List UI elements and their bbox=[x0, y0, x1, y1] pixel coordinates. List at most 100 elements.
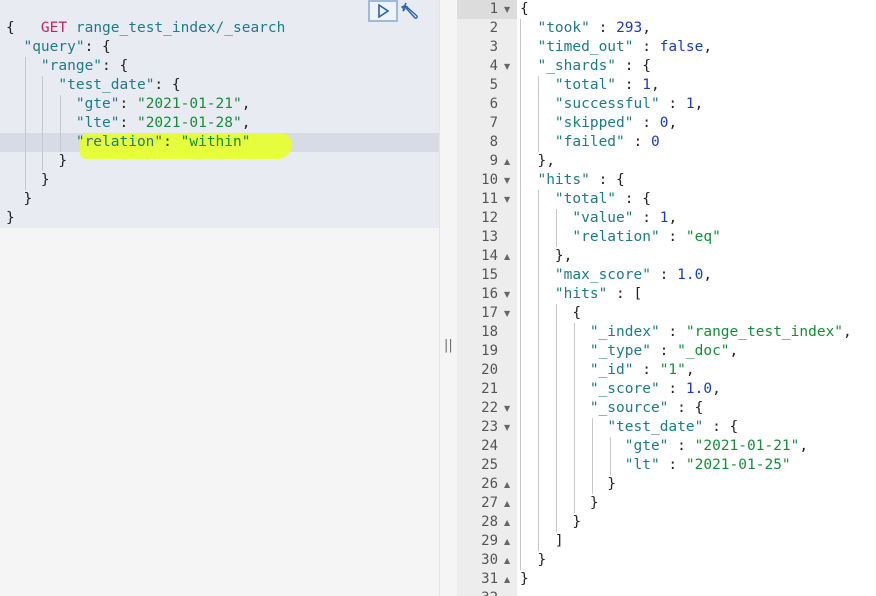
indent-guide bbox=[25, 57, 26, 190]
fold-collapse-icon[interactable]: ▼ bbox=[504, 171, 510, 190]
fold-collapse-icon[interactable]: ▼ bbox=[504, 0, 510, 19]
response-line: "value" : 1, bbox=[572, 210, 678, 226]
response-line: } bbox=[520, 476, 617, 492]
response-line: }, bbox=[520, 153, 555, 169]
line-number: 24 bbox=[481, 438, 498, 454]
line-number: 16 bbox=[481, 286, 498, 302]
fold-collapse-icon[interactable]: ▼ bbox=[504, 304, 510, 323]
request-body-line[interactable]: } bbox=[6, 171, 50, 190]
request-path: range_test_index/_search bbox=[75, 20, 286, 36]
line-number: 12 bbox=[481, 210, 498, 226]
indent-guide bbox=[610, 437, 611, 475]
line-number: 30 bbox=[481, 552, 498, 568]
response-line: "_score" : 1.0, bbox=[589, 381, 721, 397]
response-line: "max_score" : 1.0, bbox=[554, 267, 713, 283]
line-number: 9 bbox=[489, 153, 498, 169]
line-number: 14 bbox=[481, 248, 498, 264]
response-line: { bbox=[520, 305, 582, 321]
request-line[interactable]: GET range_test_index/_search bbox=[6, 0, 285, 36]
fold-end-icon[interactable]: ▲ bbox=[504, 475, 510, 494]
response-line: "_id" : "1", bbox=[589, 362, 695, 378]
line-number: 23 bbox=[481, 419, 498, 435]
fold-collapse-icon[interactable]: ▼ bbox=[504, 399, 510, 418]
indent-guide bbox=[538, 76, 539, 152]
response-line: "total" : { bbox=[554, 191, 651, 207]
line-number: 22 bbox=[481, 400, 498, 416]
line-number: 19 bbox=[481, 343, 498, 359]
play-icon bbox=[378, 4, 390, 18]
fold-end-icon[interactable]: ▲ bbox=[504, 532, 510, 551]
indent-guide bbox=[556, 209, 557, 247]
line-number: 5 bbox=[489, 77, 498, 93]
response-line: } bbox=[520, 552, 547, 568]
line-number: 13 bbox=[481, 229, 498, 245]
line-number: 15 bbox=[481, 267, 498, 283]
indent-guide bbox=[520, 19, 521, 570]
line-number: 29 bbox=[481, 533, 498, 549]
wrench-icon bbox=[401, 2, 418, 19]
fold-end-icon[interactable]: ▲ bbox=[504, 570, 510, 589]
indent-guide bbox=[574, 323, 575, 513]
line-number: 10 bbox=[481, 172, 498, 188]
fold-end-icon[interactable]: ▲ bbox=[504, 247, 510, 266]
line-number: 2 bbox=[489, 20, 498, 36]
fold-end-icon[interactable]: ▲ bbox=[504, 513, 510, 532]
line-number: 28 bbox=[481, 514, 498, 530]
line-number: 20 bbox=[481, 362, 498, 378]
indent-guide bbox=[60, 95, 61, 152]
line-number: 7 bbox=[489, 115, 498, 131]
line-number: 1 bbox=[489, 1, 498, 17]
request-body-line[interactable]: } bbox=[6, 152, 67, 171]
response-line: } bbox=[520, 514, 582, 530]
request-body-line[interactable]: } bbox=[6, 209, 15, 228]
response-line: "timed_out" : false, bbox=[537, 39, 713, 55]
line-number: 8 bbox=[489, 134, 498, 150]
response-line: "_type" : "_doc", bbox=[589, 343, 739, 359]
request-body-line[interactable]: "query": { bbox=[6, 38, 110, 57]
response-line: "relation" : "eq" bbox=[572, 229, 721, 245]
fold-collapse-icon[interactable]: ▼ bbox=[504, 190, 510, 209]
response-line: "successful" : 1, bbox=[554, 96, 704, 112]
line-number: 6 bbox=[489, 96, 498, 112]
response-line: ] bbox=[520, 533, 564, 549]
response-viewer[interactable]: { "took" : 293, "timed_out" : false, "_s… bbox=[517, 0, 876, 596]
response-gutter: 1 ▼ 2 3 4 ▼ 5 6 7 8 9 ▲ 10 ▼ 11 ▼ 12 13 14 ▲ 15 16 ▼ 17 ▼ 18 19 20 2… bbox=[457, 0, 517, 596]
response-line: "_index" : "range_test_index", bbox=[589, 324, 852, 340]
indent-guide bbox=[556, 304, 557, 532]
line-number: 32 bbox=[481, 589, 498, 596]
response-line: } bbox=[520, 495, 599, 511]
request-body-line[interactable]: "test_date": { bbox=[6, 76, 180, 95]
settings-button[interactable] bbox=[400, 0, 422, 22]
line-number: 21 bbox=[481, 381, 498, 397]
request-editor[interactable]: GET range_test_index/_search { "query": … bbox=[0, 0, 439, 596]
line-number: 25 bbox=[481, 457, 498, 473]
line-number: 27 bbox=[481, 495, 498, 511]
pane-splitter[interactable]: || bbox=[439, 0, 457, 596]
indent-guide bbox=[42, 76, 43, 171]
fold-collapse-icon[interactable]: ▼ bbox=[504, 285, 510, 304]
response-line: "hits" : { bbox=[537, 172, 625, 188]
request-body-line[interactable]: } bbox=[6, 190, 32, 209]
line-number: 4 bbox=[489, 58, 498, 74]
line-number: 31 bbox=[481, 571, 498, 587]
response-line: }, bbox=[520, 248, 573, 264]
fold-end-icon[interactable]: ▲ bbox=[504, 551, 510, 570]
line-number: 11 bbox=[481, 191, 498, 207]
run-request-button[interactable] bbox=[368, 0, 398, 22]
response-line: "_source" : { bbox=[589, 400, 704, 416]
splitter-grip[interactable]: || bbox=[444, 338, 453, 353]
response-line: "test_date" : { bbox=[607, 419, 739, 435]
fold-collapse-icon[interactable]: ▼ bbox=[504, 57, 510, 76]
response-line: "took" : 293, bbox=[537, 20, 651, 36]
line-number: 26 bbox=[481, 476, 498, 492]
fold-end-icon[interactable]: ▲ bbox=[504, 494, 510, 513]
line-number: 17 bbox=[481, 305, 498, 321]
line-number: 18 bbox=[481, 324, 498, 340]
fold-end-icon[interactable]: ▲ bbox=[504, 152, 510, 171]
request-body-line[interactable]: { bbox=[6, 19, 15, 38]
indent-guide bbox=[538, 190, 539, 551]
fold-collapse-icon[interactable]: ▼ bbox=[504, 418, 510, 437]
response-line: "total" : 1, bbox=[554, 77, 660, 93]
response-line: } bbox=[520, 571, 529, 587]
response-line: "_shards" : { bbox=[537, 58, 651, 74]
